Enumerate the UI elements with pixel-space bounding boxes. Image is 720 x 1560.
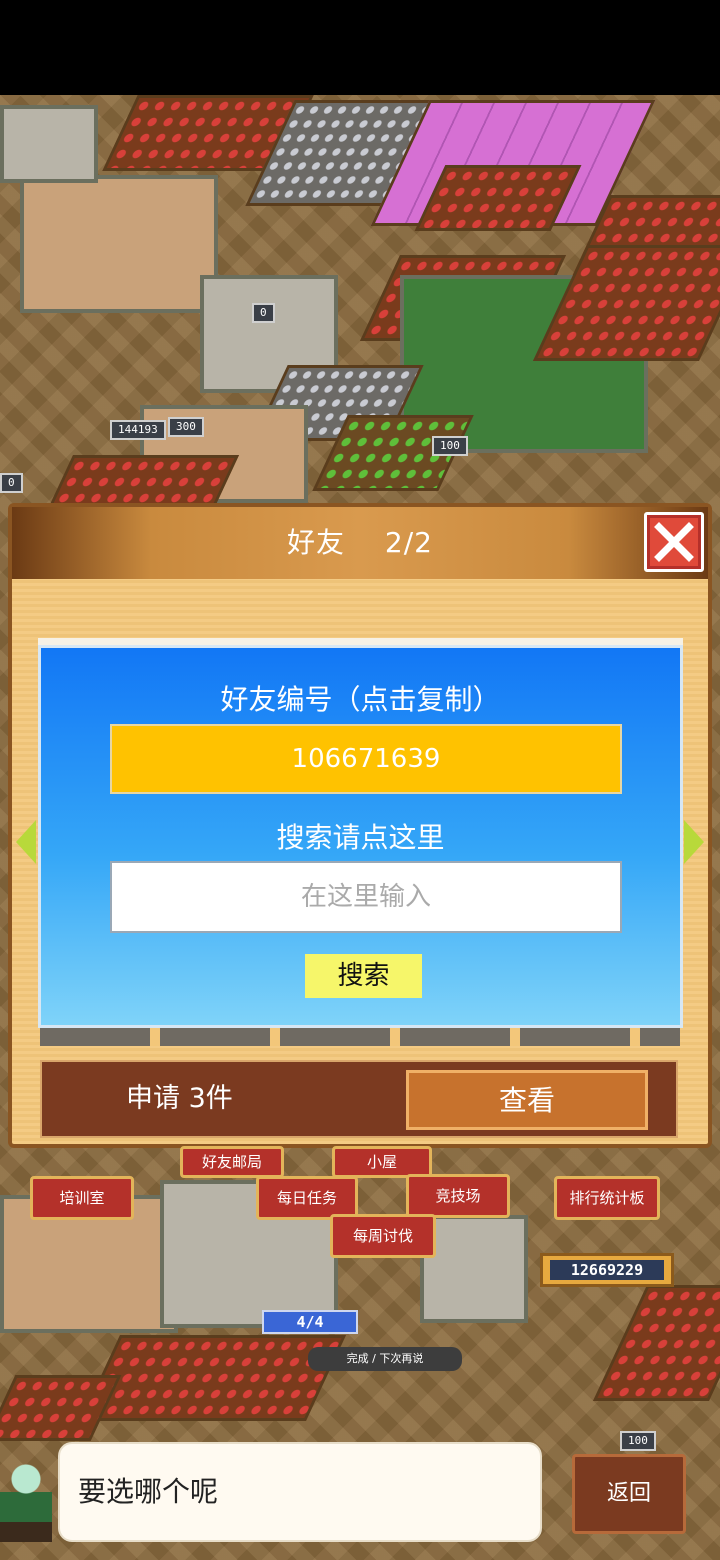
- building-arena[interactable]: 竞技场: [406, 1174, 510, 1218]
- speech-text: 要选哪个呢: [78, 1475, 219, 1508]
- requests-count-label: 申请 3件: [126, 1083, 233, 1114]
- search-input[interactable]: 在这里输入: [110, 861, 622, 933]
- back-button[interactable]: 返回: [572, 1454, 686, 1534]
- friend-id-label: 好友编号（点击复制）: [220, 683, 501, 716]
- building-weekly-hunt[interactable]: 每周讨伐: [330, 1214, 436, 1258]
- done-later-strip[interactable]: 完成 / 下次再说: [308, 1347, 462, 1371]
- search-label: 搜索请点这里: [276, 821, 445, 854]
- guide-character-avatar: [0, 1452, 52, 1542]
- world-sign: 100: [620, 1431, 656, 1451]
- score-value: 12669229: [550, 1260, 664, 1280]
- world-sign: 0: [0, 473, 23, 493]
- speech-bubble: 要选哪个呢: [58, 1442, 542, 1542]
- crop-field: [592, 1285, 720, 1401]
- world-sign: 0: [252, 303, 275, 323]
- crop-field: [0, 1375, 122, 1441]
- house: [0, 105, 98, 183]
- weekly-progress-sign: 4/4: [262, 1310, 358, 1334]
- world-sign: 100: [432, 436, 468, 456]
- close-button[interactable]: [644, 512, 704, 572]
- friend-requests-bar: 申请 3件 查看: [40, 1060, 678, 1138]
- house: [420, 1215, 528, 1323]
- house: [20, 175, 218, 313]
- next-page-arrow-icon[interactable]: [684, 820, 704, 864]
- friend-search-dialog: 好友编号（点击复制） 106671639 搜索请点这里 在这里输入 搜索: [38, 645, 683, 1028]
- building-friend-post[interactable]: 好友邮局: [180, 1146, 284, 1178]
- world-sign: 300: [168, 417, 204, 437]
- list-background-strip: [40, 1026, 680, 1046]
- status-bar-area: [0, 0, 720, 95]
- friend-id-copy-button[interactable]: 106671639: [110, 724, 622, 794]
- panel-title-text: 好友: [287, 526, 346, 559]
- search-button[interactable]: 搜索: [305, 954, 422, 998]
- building-leaderboard[interactable]: 排行统计板: [554, 1176, 660, 1220]
- close-icon: [654, 522, 694, 562]
- score-sign: 12669229: [540, 1253, 674, 1287]
- view-requests-button[interactable]: 查看: [406, 1070, 648, 1130]
- page-indicator: 2/2: [384, 526, 433, 559]
- building-training-room[interactable]: 培训室: [30, 1176, 134, 1220]
- panel-title: 好友 2/2: [12, 507, 708, 579]
- previous-page-arrow-icon[interactable]: [16, 820, 36, 864]
- world-sign: 144193: [110, 420, 166, 440]
